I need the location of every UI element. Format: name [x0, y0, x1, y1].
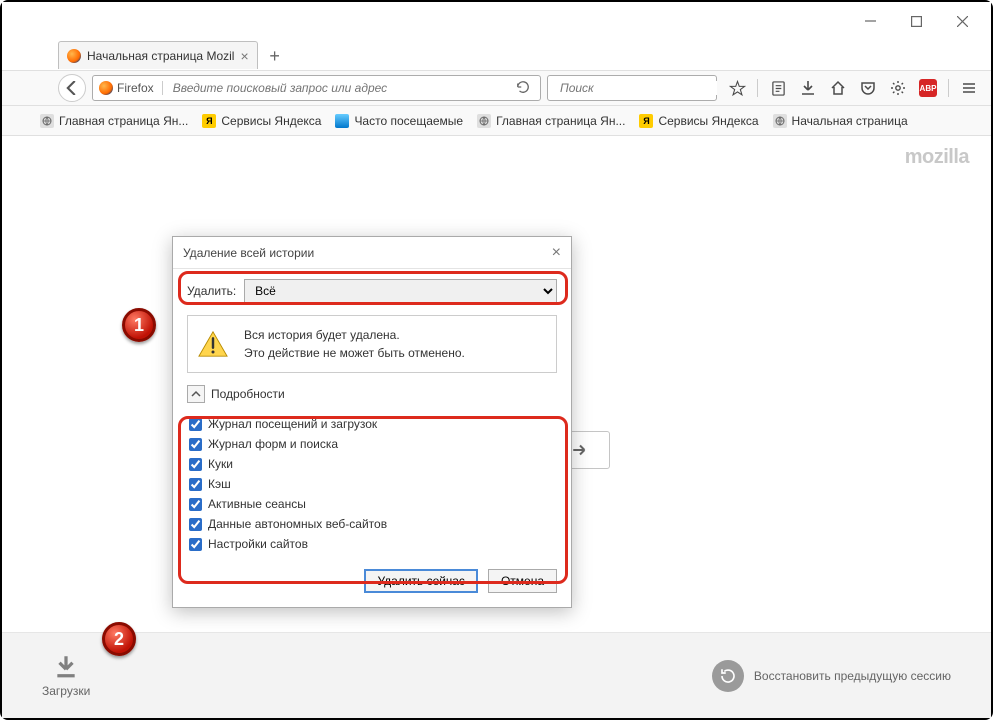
checkbox-input[interactable]: [189, 478, 202, 491]
page-content: mozilla Удаление всей истории × Удалить:…: [2, 136, 991, 718]
checkbox-label: Настройки сайтов: [208, 537, 308, 551]
warning-line-2: Это действие не может быть отменено.: [244, 344, 465, 362]
checkbox-label: Журнал посещений и загрузок: [208, 417, 377, 431]
new-tab-button[interactable]: +: [262, 43, 288, 69]
history-item-checkbox[interactable]: Кэш: [189, 477, 557, 491]
globe-favicon-icon: [40, 114, 54, 128]
menu-icon[interactable]: [955, 74, 983, 102]
identity-box: Firefox: [99, 81, 167, 95]
bookmark-star-icon[interactable]: [723, 74, 751, 102]
delete-label: Удалить:: [187, 284, 236, 298]
home-icon[interactable]: [824, 74, 852, 102]
bookmark-item[interactable]: Я Сервисы Яндекса: [639, 114, 758, 128]
reader-icon[interactable]: [764, 74, 792, 102]
yandex-favicon-icon: Я: [639, 114, 653, 128]
mozilla-logo: mozilla: [905, 146, 969, 169]
cancel-button[interactable]: Отмена: [488, 569, 557, 593]
clear-history-dialog: Удаление всей истории × Удалить: Всё Вся…: [172, 236, 572, 608]
history-item-checkbox[interactable]: Журнал форм и поиска: [189, 437, 557, 451]
homepage-footer: Загрузки Восстановить предыдущую сессию: [2, 632, 991, 718]
dialog-title: Удаление всей истории: [183, 246, 314, 260]
bookmark-item[interactable]: Главная страница Ян...: [40, 114, 188, 128]
bookmark-item[interactable]: Начальная страница: [773, 114, 908, 128]
tabbar: Начальная страница Mozil × +: [2, 40, 991, 70]
checkbox-label: Кэш: [208, 477, 231, 491]
bookmark-item[interactable]: Главная страница Ян...: [477, 114, 625, 128]
tab-title: Начальная страница Mozil: [87, 49, 234, 63]
downloads-icon[interactable]: [794, 74, 822, 102]
bookmark-label: Часто посещаемые: [354, 114, 463, 128]
history-item-checkbox[interactable]: Настройки сайтов: [189, 537, 557, 551]
navbar: Firefox ABP: [2, 70, 991, 106]
download-arrow-icon: [53, 653, 79, 682]
history-item-checkbox[interactable]: Данные автономных веб-сайтов: [189, 517, 557, 531]
back-button[interactable]: [58, 74, 86, 102]
maximize-button[interactable]: [893, 6, 939, 36]
restore-icon: [712, 660, 744, 692]
downloads-label: Загрузки: [42, 684, 90, 698]
checkbox-input[interactable]: [189, 458, 202, 471]
time-range-select[interactable]: Всё: [244, 279, 557, 303]
bookmark-item[interactable]: Я Сервисы Яндекса: [202, 114, 321, 128]
bookmark-label: Главная страница Ян...: [496, 114, 625, 128]
dialog-close-button[interactable]: ×: [552, 245, 561, 261]
bookmark-item[interactable]: Часто посещаемые: [335, 114, 463, 128]
searchbar[interactable]: [547, 75, 717, 101]
tab-close-button[interactable]: ×: [240, 49, 248, 63]
urlbar[interactable]: Firefox: [92, 75, 541, 101]
firefox-icon: [99, 81, 113, 95]
checkbox-input[interactable]: [189, 438, 202, 451]
tab[interactable]: Начальная страница Mozil ×: [58, 41, 258, 69]
search-input[interactable]: [560, 81, 717, 95]
details-label: Подробности: [211, 387, 285, 401]
details-toggle-button[interactable]: [187, 385, 205, 403]
browser-window: Начальная страница Mozil × + Firefox: [0, 0, 993, 720]
bookmark-label: Сервисы Яндекса: [658, 114, 758, 128]
warning-line-1: Вся история будет удалена.: [244, 326, 465, 344]
warning-icon: [198, 330, 228, 358]
checkbox-input[interactable]: [189, 538, 202, 551]
history-item-checkbox[interactable]: Куки: [189, 457, 557, 471]
yandex-favicon-icon: Я: [202, 114, 216, 128]
restore-session-tile[interactable]: Восстановить предыдущую сессию: [712, 660, 951, 692]
checkbox-label: Журнал форм и поиска: [208, 437, 338, 451]
moz-favicon-icon: [335, 114, 349, 128]
url-input[interactable]: [173, 81, 506, 95]
globe-favicon-icon: [477, 114, 491, 128]
restore-label: Восстановить предыдущую сессию: [754, 669, 951, 683]
gear-icon[interactable]: [884, 74, 912, 102]
bookmark-label: Главная страница Ян...: [59, 114, 188, 128]
history-item-checkbox[interactable]: Активные сеансы: [189, 497, 557, 511]
bookmark-label: Сервисы Яндекса: [221, 114, 321, 128]
titlebar: [2, 2, 991, 40]
checkbox-label: Куки: [208, 457, 233, 471]
bookmarks-bar: Главная страница Ян... Я Сервисы Яндекса Ча…: [2, 106, 991, 136]
delete-now-button[interactable]: Удалить сейчас: [364, 569, 477, 593]
checkbox-label: Данные автономных веб-сайтов: [208, 517, 387, 531]
minimize-button[interactable]: [847, 6, 893, 36]
checkbox-input[interactable]: [189, 518, 202, 531]
pocket-icon[interactable]: [854, 74, 882, 102]
warning-box: Вся история будет удалена. Это действие …: [187, 315, 557, 373]
dialog-titlebar: Удаление всей истории ×: [173, 237, 571, 269]
abp-icon[interactable]: ABP: [914, 74, 942, 102]
reload-button[interactable]: [512, 80, 534, 97]
checklist: Журнал посещений и загрузок Журнал форм и…: [187, 411, 557, 553]
bookmark-label: Начальная страница: [792, 114, 908, 128]
globe-favicon-icon: [773, 114, 787, 128]
toolbar-icons: ABP: [723, 74, 983, 102]
history-item-checkbox[interactable]: Журнал посещений и загрузок: [189, 417, 557, 431]
firefox-icon: [67, 49, 81, 63]
checkbox-input[interactable]: [189, 418, 202, 431]
checkbox-input[interactable]: [189, 498, 202, 511]
identity-label: Firefox: [117, 81, 154, 95]
annotation-badge-1: 1: [122, 308, 156, 342]
downloads-tile[interactable]: Загрузки: [42, 653, 90, 698]
close-window-button[interactable]: [939, 6, 985, 36]
checkbox-label: Активные сеансы: [208, 497, 306, 511]
annotation-badge-2: 2: [102, 622, 136, 656]
